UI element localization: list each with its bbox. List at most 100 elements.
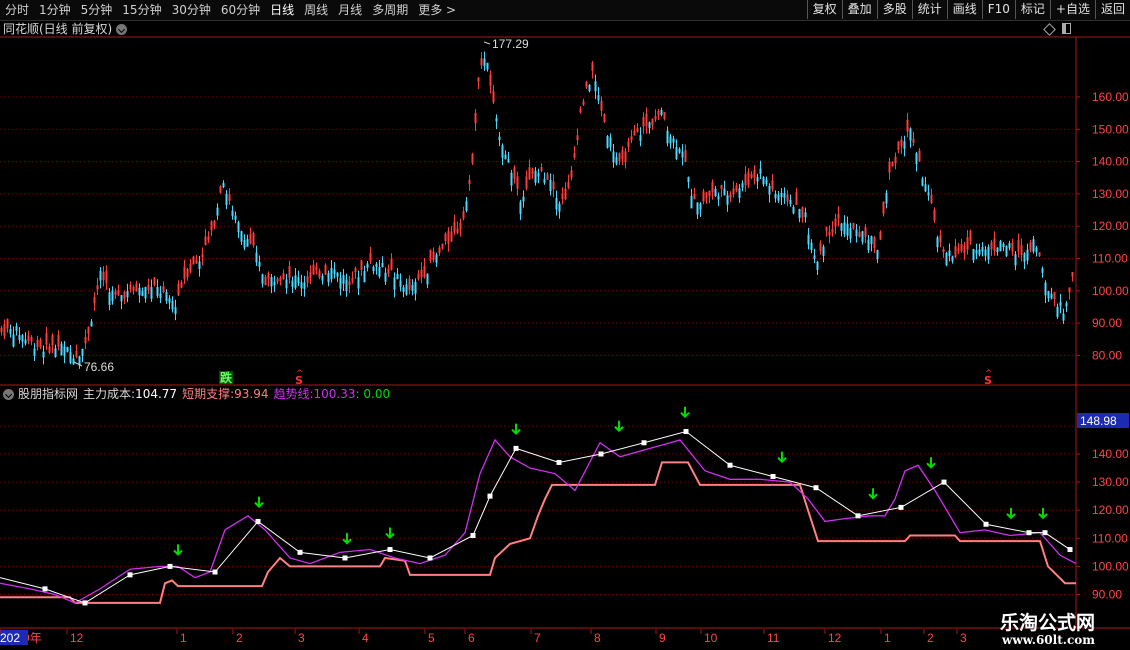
high-marker [483, 41, 491, 45]
candle-body [573, 153, 576, 158]
toolbar-action-button[interactable]: +自选 [1049, 0, 1095, 19]
candle-body [549, 179, 552, 191]
period-tab[interactable]: 5分钟 [76, 0, 118, 20]
period-tab[interactable]: 15分钟 [117, 0, 166, 20]
candle-body [12, 334, 15, 347]
main-cost-point [42, 586, 48, 592]
candle-body [942, 248, 945, 253]
price-tick-label: 90.00 [1092, 316, 1122, 330]
toolbar-action-button[interactable]: 叠加 [841, 0, 877, 19]
candle-body [558, 203, 561, 212]
candle-body [27, 335, 30, 342]
candle-body [957, 248, 960, 252]
candle-body [96, 285, 99, 290]
low-marker [73, 361, 83, 367]
candle-body [741, 183, 744, 188]
period-tab[interactable]: 周线 [299, 0, 333, 20]
price-tick-label: 120.00 [1092, 219, 1129, 233]
period-tab[interactable]: 更多 > [413, 0, 461, 20]
toolbar-action-button[interactable]: 复权 [806, 0, 842, 19]
watermark-name: 乐淘公式网 [1000, 612, 1096, 634]
candle-body [849, 228, 852, 239]
candle-body [1041, 268, 1044, 273]
candle-body [984, 249, 987, 256]
candle-body [1017, 240, 1020, 252]
time-tick-label: 2 [927, 631, 934, 645]
candle-body [702, 191, 705, 202]
down-arrow-icon [385, 527, 395, 539]
candle-body [621, 150, 624, 160]
down-arrow-icon [926, 457, 936, 469]
candle-body [81, 348, 84, 357]
period-tab[interactable]: 1分钟 [34, 0, 76, 20]
toolbar-action-button[interactable]: 标记 [1014, 0, 1050, 19]
period-tab[interactable]: 30分钟 [167, 0, 216, 20]
candle-body [855, 229, 858, 237]
stock-chart[interactable]: 160.00 150.00 140.00 130.00 120.00 110.00 100.… [0, 20, 1130, 650]
candle-body [711, 182, 714, 193]
candle-body [660, 109, 663, 116]
toolbar-action-button[interactable]: 多股 [876, 0, 912, 19]
candle-body [1053, 292, 1056, 300]
candle-body [831, 228, 834, 233]
toolbar-action-button[interactable]: 统计 [911, 0, 947, 19]
price-tick-label: 130.00 [1092, 187, 1129, 201]
candle-body [474, 112, 477, 124]
candle-body [567, 181, 570, 188]
candle-body [729, 194, 732, 199]
candle-body [45, 333, 48, 345]
candle-body [1005, 245, 1008, 257]
candle-body [672, 138, 675, 143]
candle-body [576, 135, 579, 141]
period-tab[interactable]: 月线 [333, 0, 367, 20]
candle-body [939, 235, 942, 243]
toolbar-action-button[interactable]: 画线 [946, 0, 982, 19]
candle-body [369, 252, 372, 262]
candle-body [408, 278, 411, 290]
candle-body [330, 267, 333, 280]
high-price-label: 177.29 [492, 37, 529, 51]
candle-body [414, 281, 417, 294]
price-tick-label: 150.00 [1092, 122, 1129, 136]
candle-body [120, 295, 123, 302]
candle-body [198, 261, 201, 269]
candle-body [450, 231, 453, 242]
candle-body [819, 242, 822, 251]
candle-body [828, 231, 831, 236]
candle-body [201, 254, 204, 258]
candle-body [654, 116, 657, 120]
time-tick-label: 12 [70, 631, 84, 645]
candle-body [918, 150, 921, 162]
candle-body [609, 137, 612, 148]
period-tab[interactable]: 60分钟 [216, 0, 265, 20]
candle-body [843, 222, 846, 234]
candle-body [510, 172, 513, 186]
indicator-menu-icon[interactable] [3, 388, 14, 400]
candle-body [954, 246, 957, 258]
candle-body [675, 147, 678, 159]
candle-body [975, 250, 978, 254]
candle-body [834, 218, 837, 227]
candle-body [714, 188, 717, 197]
toolbar-action-button[interactable]: 返回 [1094, 0, 1130, 19]
candle-body [144, 286, 147, 299]
time-tick-label: 202 [0, 631, 20, 645]
main-cost-point [342, 555, 348, 561]
candle-body [453, 221, 456, 233]
candle-body [255, 252, 258, 263]
main-cost-point [127, 572, 133, 578]
period-tab[interactable]: 多周期 [367, 0, 413, 20]
candle-body [822, 246, 825, 256]
candle-body [447, 231, 450, 244]
candle-body [468, 180, 471, 185]
period-tab[interactable]: 分时 [0, 0, 34, 20]
candle-body [354, 268, 357, 273]
candle-body [915, 153, 918, 164]
candle-body [735, 185, 738, 191]
signal-s-label: S [984, 374, 992, 387]
period-tab[interactable]: 日线 [265, 0, 299, 20]
main-cost-point [683, 429, 689, 435]
candle-body [294, 275, 297, 288]
toolbar-action-button[interactable]: F10 [981, 0, 1015, 19]
candle-body [264, 276, 267, 286]
